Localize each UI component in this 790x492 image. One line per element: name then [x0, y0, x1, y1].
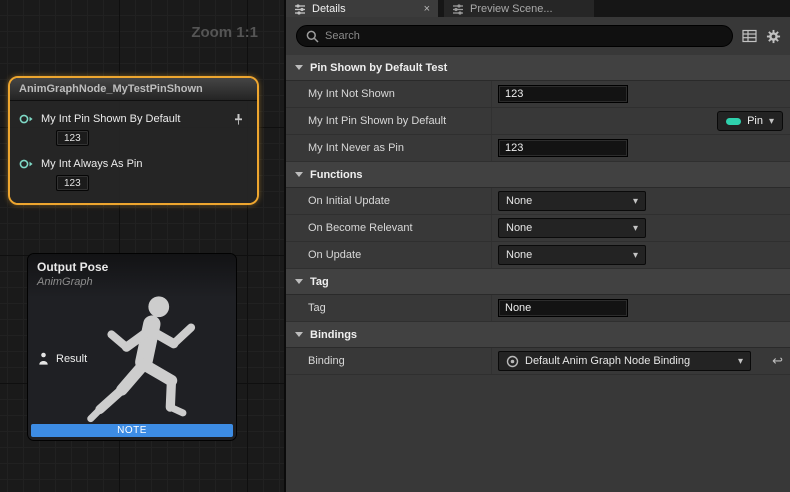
property-label: My Int Pin Shown by Default [286, 115, 491, 127]
node-body: My Int Pin Shown By Default 123 My Int A… [10, 101, 257, 203]
chevron-down-icon: ▾ [633, 196, 638, 207]
display-options-grid-icon[interactable] [742, 29, 757, 43]
int-pin-icon[interactable] [19, 158, 34, 170]
node-title[interactable]: AnimGraphNode_MyTestPinShown [10, 78, 257, 101]
chevron-down-icon: ▾ [633, 223, 638, 234]
property-row: On Become Relevant None ▾ [286, 215, 790, 242]
tag-field[interactable] [498, 299, 628, 317]
property-row: My Int Not Shown [286, 81, 790, 108]
dropdown-value: None [506, 195, 532, 207]
on-become-relevant-dropdown[interactable]: None ▾ [498, 218, 646, 238]
chevron-down-icon [295, 172, 303, 177]
preview-scene-tab-icon [452, 3, 464, 15]
zoom-level-label: Zoom 1:1 [191, 24, 258, 41]
tab-details[interactable]: Details × [286, 0, 438, 17]
property-label: Binding [286, 355, 491, 367]
property-row: On Update None ▾ [286, 242, 790, 269]
binding-dropdown[interactable]: Default Anim Graph Node Binding ▾ [498, 351, 751, 371]
property-row: Tag [286, 295, 790, 322]
section-header-functions[interactable]: Functions [286, 162, 790, 188]
node-title: Output Pose [37, 260, 236, 274]
search-input[interactable] [325, 30, 723, 42]
tab-bar: Details × Preview Scene... [286, 0, 790, 17]
section-header-bindings[interactable]: Bindings [286, 322, 790, 348]
section-title: Tag [310, 276, 329, 288]
details-toolbar [286, 17, 790, 55]
result-pin[interactable]: Result [37, 352, 87, 365]
pin-label: My Int Pin Shown By Default [41, 113, 180, 125]
node-subtitle: AnimGraph [37, 276, 236, 288]
node-header: Output Pose AnimGraph [28, 254, 236, 298]
section-title: Pin Shown by Default Test [310, 62, 447, 74]
binding-class-icon [506, 355, 519, 368]
details-panel: Details × Preview Scene... [286, 0, 790, 492]
pin-capsule-icon [726, 118, 741, 125]
result-pin-label: Result [56, 353, 87, 365]
property-label: On Initial Update [286, 195, 491, 207]
settings-gear-icon[interactable] [766, 29, 781, 44]
property-row: My Int Never as Pin [286, 135, 790, 162]
dropdown-value: None [506, 249, 532, 261]
chevron-down-icon [295, 279, 303, 284]
search-icon [306, 30, 319, 43]
details-tab-icon [294, 3, 306, 15]
search-box[interactable] [296, 25, 733, 47]
dropdown-value: None [506, 222, 532, 234]
pin-row: My Int Always As Pin [10, 155, 257, 173]
section-header-tag[interactable]: Tag [286, 269, 790, 295]
anim-graph-node-selected[interactable]: AnimGraphNode_MyTestPinShown My Int Pin … [8, 76, 259, 205]
close-icon[interactable]: × [424, 3, 430, 15]
my-int-never-as-pin-field[interactable] [498, 139, 628, 157]
pin-row: My Int Pin Shown By Default [10, 110, 257, 128]
section-header-pin-test[interactable]: Pin Shown by Default Test [286, 55, 790, 81]
chevron-down-icon [295, 65, 303, 70]
property-row: Binding Default Anim Graph Node Binding … [286, 348, 790, 375]
dropdown-value: Default Anim Graph Node Binding [525, 355, 690, 367]
property-label: On Update [286, 249, 491, 261]
note-banner[interactable]: NOTE [31, 424, 233, 437]
pin-tack-icon[interactable] [232, 113, 245, 126]
anim-graph-canvas[interactable]: Zoom 1:1 AnimGraphNode_MyTestPinShown My… [0, 0, 284, 492]
section-title: Functions [310, 169, 363, 181]
property-label: Tag [286, 302, 491, 314]
property-label: On Become Relevant [286, 222, 491, 234]
property-row: On Initial Update None ▾ [286, 188, 790, 215]
pin-value-field[interactable]: 123 [56, 175, 89, 191]
property-row: My Int Pin Shown by Default Pin ▾ [286, 108, 790, 135]
tab-label: Preview Scene... [470, 3, 553, 15]
section-title: Bindings [310, 329, 357, 341]
tab-preview-scene[interactable]: Preview Scene... [444, 0, 594, 17]
mannequin-figure [74, 286, 232, 436]
property-label: My Int Never as Pin [286, 142, 491, 154]
pin-value-field[interactable]: 123 [56, 130, 89, 146]
chevron-down-icon: ▾ [738, 356, 743, 367]
int-pin-icon[interactable] [19, 113, 34, 125]
on-update-dropdown[interactable]: None ▾ [498, 245, 646, 265]
chevron-down-icon [295, 332, 303, 337]
property-label: My Int Not Shown [286, 88, 491, 100]
chevron-down-icon: ▾ [769, 116, 774, 127]
pose-result-icon [37, 352, 50, 365]
reset-to-default-icon[interactable]: ↩ [772, 353, 783, 369]
chevron-down-icon: ▾ [633, 250, 638, 261]
on-initial-update-dropdown[interactable]: None ▾ [498, 191, 646, 211]
my-int-not-shown-field[interactable] [498, 85, 628, 103]
pin-label: My Int Always As Pin [41, 158, 142, 170]
output-pose-node[interactable]: Output Pose AnimGraph Result NOTE [27, 253, 237, 441]
pin-visibility-dropdown[interactable]: Pin ▾ [717, 111, 783, 131]
tab-label: Details [312, 3, 346, 15]
pin-button-label: Pin [747, 115, 763, 127]
